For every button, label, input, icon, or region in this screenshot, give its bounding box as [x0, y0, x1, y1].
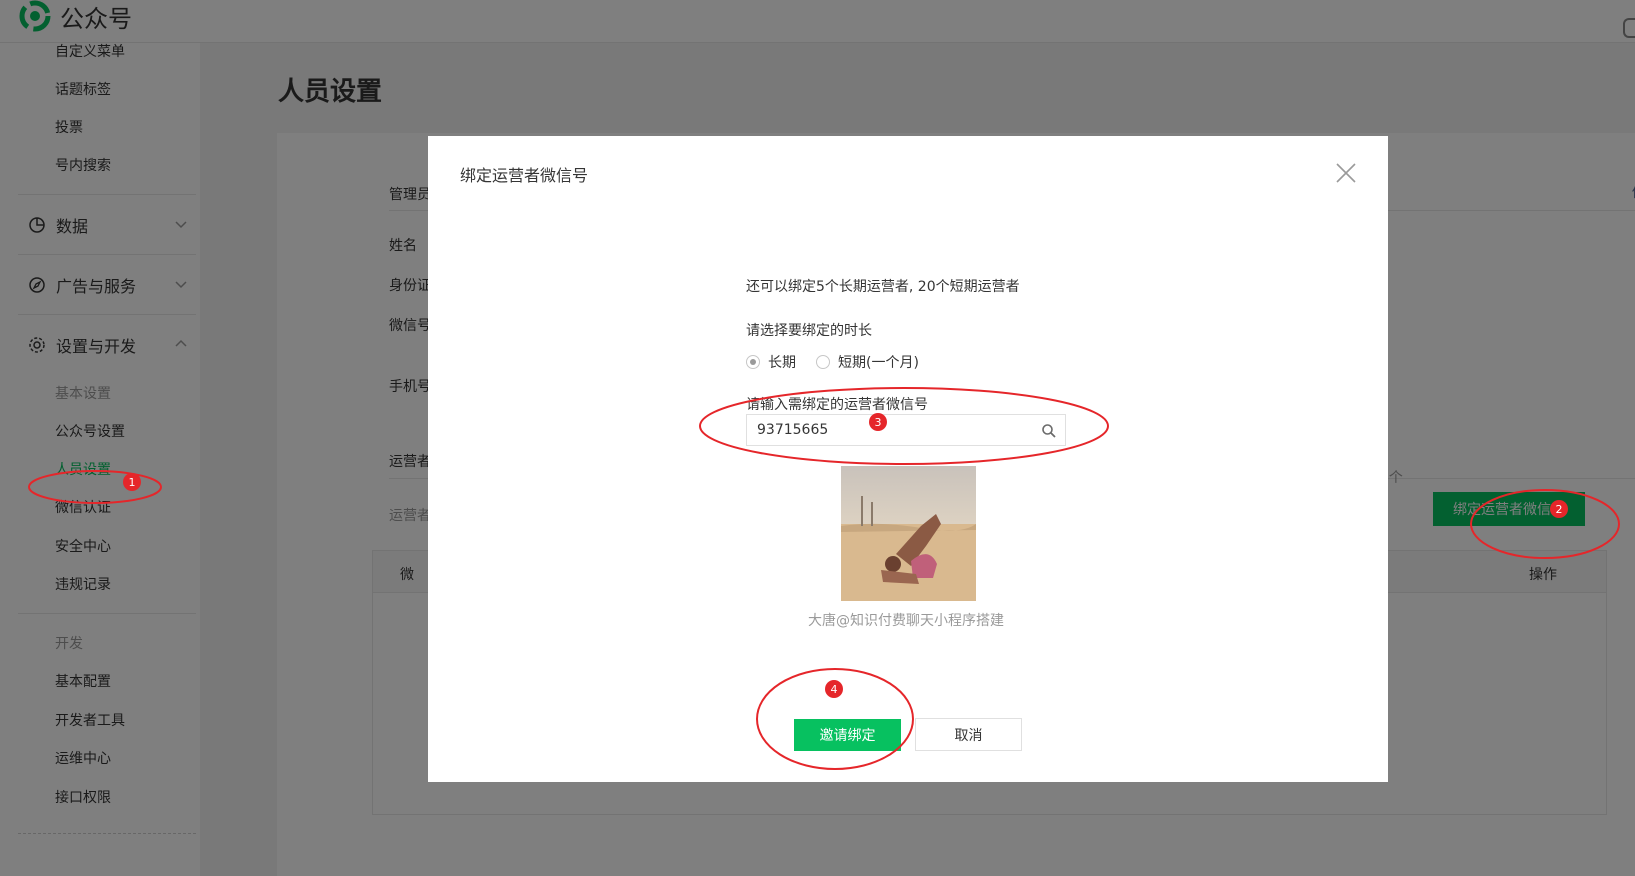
close-icon[interactable] [1335, 162, 1357, 184]
operator-nickname: 大唐@知识付费聊天小程序搭建 [808, 613, 1004, 629]
operator-avatar [841, 466, 976, 601]
invite-bind-button[interactable]: 邀请绑定 [794, 719, 901, 751]
wechat-id-label: 请输入需绑定的运营者微信号 [746, 397, 928, 413]
annotation-badge-4: 4 [825, 680, 843, 698]
cancel-button[interactable]: 取消 [915, 718, 1022, 751]
annotation-badge-2: 2 [1550, 500, 1568, 518]
bind-quota-text: 还可以绑定5个长期运营者, 20个短期运营者 [746, 279, 1020, 295]
radio-long-term-label[interactable]: 长期 [768, 352, 796, 372]
radio-long-term[interactable] [746, 355, 760, 369]
search-icon[interactable] [1041, 423, 1057, 439]
wechat-id-input[interactable]: 93715665 [746, 414, 1066, 446]
annotation-badge-3: 3 [869, 413, 887, 431]
duration-radio-group: 长期 短期(一个月) [746, 352, 939, 372]
wechat-id-value: 93715665 [757, 422, 829, 438]
duration-label: 请选择要绑定的时长 [746, 323, 872, 339]
radio-short-term-label[interactable]: 短期(一个月) [838, 352, 919, 372]
bind-operator-dialog: 绑定运营者微信号 还可以绑定5个长期运营者, 20个短期运营者 请选择要绑定的时… [428, 136, 1388, 782]
radio-short-term[interactable] [816, 355, 830, 369]
annotation-badge-1: 1 [123, 473, 141, 491]
dialog-title: 绑定运营者微信号 [460, 166, 589, 185]
